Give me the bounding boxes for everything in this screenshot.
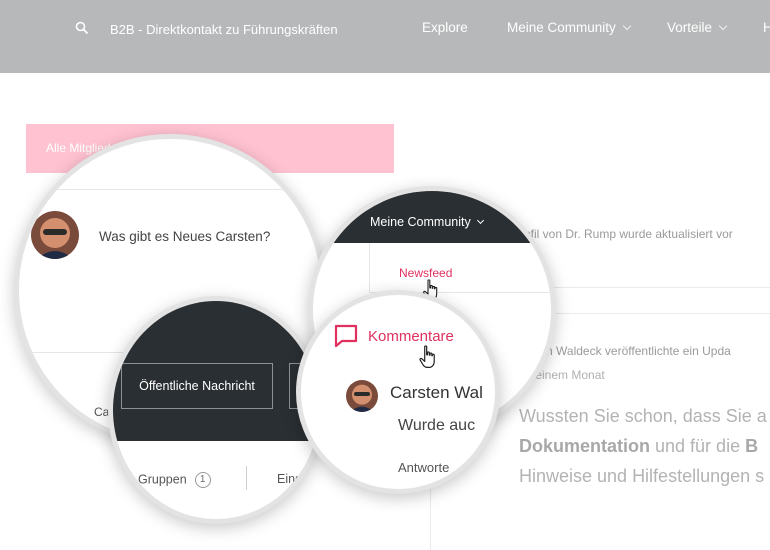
feed-post-text: Hinweise und Hilfestellungen s (519, 466, 765, 486)
feed-post-text-part: und für die (650, 436, 746, 456)
avatar[interactable] (346, 380, 378, 412)
avatar[interactable] (31, 211, 79, 259)
feed-post-bold: B (745, 436, 759, 456)
comment-author[interactable]: Carsten Wal (390, 383, 483, 403)
comment-icon (334, 324, 358, 348)
feed-activity-line: rofil von Dr. Rump wurde aktualisiert vo… (520, 227, 733, 241)
groups-count-badge: 1 (194, 472, 211, 488)
magnifier-post-actions: Öffentliche Nachricht Gruppen 1 Einst (108, 296, 324, 524)
comments-link[interactable]: Kommentare (368, 328, 454, 345)
menu-meine-community[interactable]: Meine Community (370, 215, 484, 229)
magnifier-comments: Kommentare Carsten Wal Wurde auc Antwort… (296, 290, 500, 494)
feed-post-text: Wussten Sie schon, dass Sie a (519, 406, 767, 426)
search-icon[interactable] (75, 21, 89, 35)
nav-item-h[interactable]: H (763, 20, 770, 35)
feed-post-text: Dokumentation und für die B (519, 436, 758, 457)
submenu-item-newsfeed[interactable]: Newsfeed (399, 266, 452, 280)
top-navigation-bar: B2B - Direktkontakt zu Führungskräften E… (0, 0, 770, 73)
nav-label: Meine Community (507, 20, 616, 35)
chevron-down-icon (476, 216, 484, 225)
chevron-down-icon (718, 21, 728, 31)
hand-cursor-icon (419, 345, 435, 368)
feed-post-action: veröffentlichte ein Upda (601, 344, 731, 358)
tab-divider (246, 466, 247, 490)
feed-post-bold: Dokumentation (519, 436, 651, 456)
nav-item-explore[interactable]: Explore (422, 20, 468, 35)
comment-text: Wurde auc (398, 417, 476, 434)
whats-new-prompt[interactable]: Was gibt es Neues Carsten? (99, 229, 270, 244)
reply-link[interactable]: Antworte (398, 460, 449, 475)
tab-settings[interactable]: Einst (277, 472, 305, 486)
feed-divider (520, 313, 770, 314)
feed-divider (520, 287, 770, 288)
public-message-button[interactable]: Öffentliche Nachricht (121, 363, 273, 409)
feed-post-header: sten Waldeck veröffentlichte ein Upda (530, 344, 731, 358)
nav-label: Explore (422, 20, 468, 35)
nav-label: Vorteile (667, 20, 713, 35)
submenu-panel (369, 243, 551, 293)
tab-groups[interactable]: Gruppen 1 (138, 472, 211, 488)
site-title[interactable]: B2B - Direktkontakt zu Führungskräften (110, 22, 338, 37)
chevron-down-icon (622, 21, 632, 31)
tab-groups-label: Gruppen (138, 472, 187, 487)
nav-item-meine-community[interactable]: Meine Community (507, 20, 632, 35)
nav-item-vorteile[interactable]: Vorteile (667, 20, 728, 35)
divider (19, 189, 321, 190)
menu-label: Meine Community (370, 215, 471, 229)
nav-label: H (763, 20, 770, 35)
